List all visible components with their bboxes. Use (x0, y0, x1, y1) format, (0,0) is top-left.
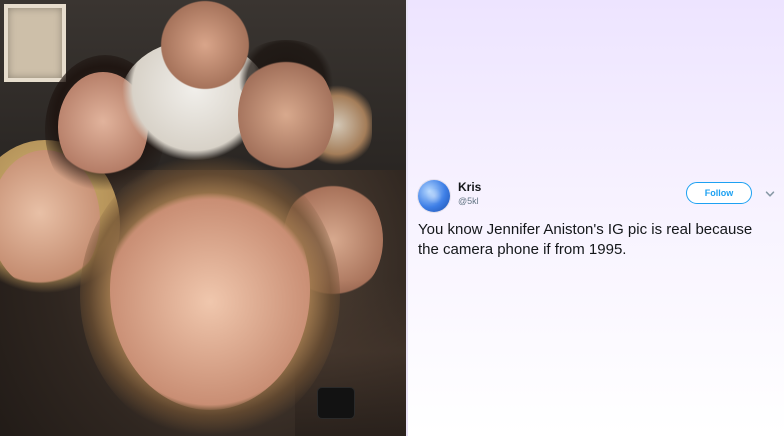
user-handle[interactable]: @5kl (458, 196, 479, 206)
wall-picture-frame (4, 4, 66, 82)
tweet-header: Kris @5kl Follow (418, 176, 778, 220)
chevron-down-icon[interactable] (764, 188, 776, 200)
follow-button[interactable]: Follow (686, 182, 752, 204)
person-face (110, 170, 310, 410)
phone-on-table (318, 388, 354, 418)
tweet-text: You know Jennifer Aniston's IG pic is re… (418, 221, 753, 258)
tweet-card: Kris @5kl Follow You know Jennifer Anist… (406, 0, 784, 436)
selfie-photo (0, 0, 406, 436)
avatar-icon[interactable] (418, 180, 450, 212)
user-name[interactable]: Kris (458, 180, 481, 194)
